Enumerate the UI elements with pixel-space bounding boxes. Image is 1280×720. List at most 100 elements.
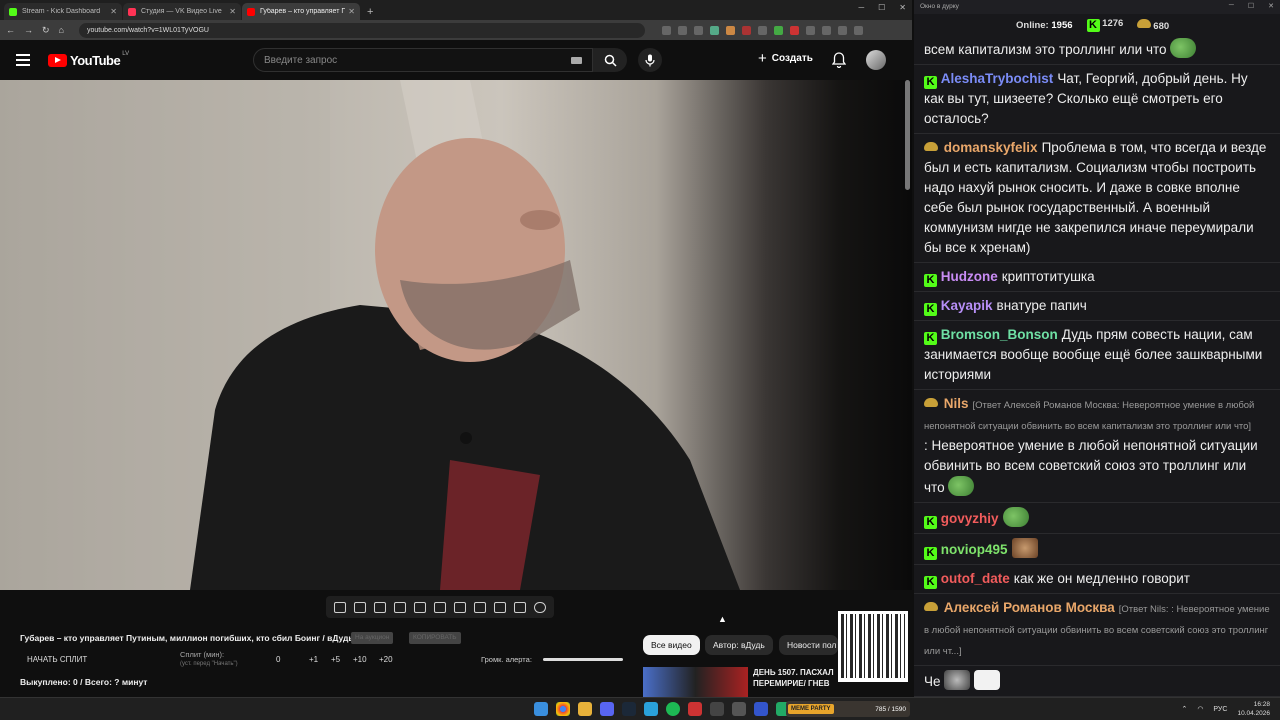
profile-icon[interactable] [837, 25, 847, 35]
copy-button[interactable]: КОПИРОВАТЬ [409, 632, 461, 644]
clock[interactable]: 16:28 10.04.2026 [1237, 700, 1270, 718]
chip-news[interactable]: Новости пол [779, 635, 838, 655]
steam-icon[interactable] [622, 702, 636, 716]
back-icon[interactable]: ← [6, 25, 15, 35]
extension-icons [661, 25, 863, 35]
zoom-icon[interactable] [661, 25, 671, 35]
start-split-button[interactable]: НАЧАТЬ СПЛИТ [27, 655, 87, 664]
loop-icon[interactable] [334, 601, 346, 613]
tab-bar: Stream - Kick Dashboard ✕ Студия — VK Вид… [0, 0, 912, 20]
maximize-icon[interactable]: ☐ [1248, 2, 1254, 10]
split-plus-5-button[interactable]: +5 [331, 655, 340, 664]
discord-icon[interactable] [600, 702, 614, 716]
recommended-thumbnail[interactable] [643, 667, 748, 697]
tab-youtube[interactable]: Губарев – кто управляет П ✕ [242, 3, 360, 20]
eye-icon[interactable] [374, 601, 386, 613]
app-icon[interactable] [754, 702, 768, 716]
app-icon[interactable] [732, 702, 746, 716]
chat-message: Че [914, 666, 1280, 697]
notifications-button[interactable] [831, 52, 847, 73]
maximize-icon[interactable]: ☐ [878, 3, 885, 12]
close-tab-icon[interactable]: ✕ [110, 7, 117, 16]
chat-username[interactable]: AleshaTrybochist [941, 71, 1054, 86]
app-icon[interactable] [688, 702, 702, 716]
close-window-icon[interactable]: ✕ [1268, 2, 1274, 10]
chat-username[interactable]: Kayapik [941, 298, 993, 313]
page-scrollbar[interactable] [905, 80, 910, 190]
chat-text: внатуре папич [996, 298, 1087, 313]
chat-username[interactable]: govyzhiy [941, 511, 999, 526]
audio-icon[interactable] [354, 601, 366, 613]
close-tab-icon[interactable]: ✕ [229, 7, 236, 16]
speed-icon[interactable] [454, 601, 466, 613]
chat-username[interactable]: Nils [944, 396, 969, 411]
close-window-icon[interactable]: ✕ [899, 3, 906, 12]
alert-volume-slider[interactable] [543, 658, 623, 661]
voice-search-button[interactable] [638, 48, 662, 72]
face-emote-icon [944, 670, 971, 690]
bookmark-icon[interactable] [693, 25, 703, 35]
chrome-icon[interactable] [556, 702, 570, 716]
search-button[interactable] [593, 48, 627, 72]
qr-code [838, 611, 908, 682]
chip-all-videos[interactable]: Все видео [643, 635, 700, 655]
extension-icon[interactable] [709, 25, 719, 35]
reload-icon[interactable]: ↻ [42, 25, 50, 36]
puzzle-icon[interactable] [805, 25, 815, 35]
folder-icon[interactable] [578, 702, 592, 716]
close-tab-icon[interactable]: ✕ [348, 7, 355, 16]
app-icon[interactable] [710, 702, 724, 716]
extension-icon[interactable] [741, 25, 751, 35]
tab-kick-dashboard[interactable]: Stream - Kick Dashboard ✕ [4, 3, 122, 20]
new-tab-button[interactable]: + [367, 6, 373, 18]
avatar[interactable] [866, 50, 886, 70]
extension-icon[interactable] [789, 25, 799, 35]
split-plus-20-button[interactable]: +20 [379, 655, 393, 664]
home-icon[interactable]: ⌂ [59, 25, 64, 35]
chat-username[interactable]: Алексей Романов Москва [944, 600, 1115, 615]
chat-username[interactable]: noviop495 [941, 542, 1008, 557]
menu-icon[interactable] [16, 54, 30, 66]
film-icon[interactable] [394, 601, 406, 613]
camera-icon[interactable] [494, 601, 506, 613]
cast-icon[interactable] [677, 25, 687, 35]
pip-icon[interactable] [414, 601, 426, 613]
split-plus-10-button[interactable]: +10 [353, 655, 367, 664]
gear-icon[interactable] [534, 601, 546, 613]
youtube-logo[interactable]: YouTube LV [48, 51, 129, 68]
recommended-title[interactable]: ДЕНЬ 1507. ПАСХАЛ ПЕРЕМИРИЕ/ ГНЕВ ТРАМПА… [753, 667, 843, 689]
meme-party-widget[interactable]: MEME PARTY 785 / 1590 [786, 701, 910, 717]
chat-username[interactable]: domanskyfelix [944, 140, 1038, 155]
chevron-up-icon[interactable]: ⌃ [1181, 705, 1187, 713]
minimize-icon[interactable]: ─ [858, 3, 864, 12]
create-button[interactable]: + Создать [758, 50, 813, 67]
clip-icon[interactable] [474, 601, 486, 613]
tab-vk-studio[interactable]: Студия — VK Видео Live ✕ [123, 3, 241, 20]
chat-username[interactable]: Bromson_Bonson [941, 327, 1058, 342]
search-input[interactable]: Введите запрос [253, 48, 593, 72]
flask-icon[interactable] [514, 601, 526, 613]
minimize-icon[interactable]: ─ [1229, 2, 1234, 10]
windows-start-icon[interactable] [534, 702, 548, 716]
split-plus-1-button[interactable]: +1 [309, 655, 318, 664]
url-field[interactable]: youtube.com/watch?v=1WL01TyVOGU [78, 22, 645, 38]
extension-icon[interactable] [757, 25, 767, 35]
extension-icon[interactable] [773, 25, 783, 35]
auction-button[interactable]: На аукцион [351, 632, 394, 644]
keyboard-icon[interactable] [571, 57, 582, 64]
taskbar: MEME PARTY 785 / 1590 ⌃ ◠ РУС 16:28 10.04.… [0, 697, 1280, 720]
download-icon[interactable] [821, 25, 831, 35]
telegram-icon[interactable] [644, 702, 658, 716]
wifi-icon[interactable]: ◠ [1197, 705, 1203, 713]
frames-icon[interactable] [434, 601, 446, 613]
forward-icon[interactable]: → [24, 25, 33, 35]
language-indicator[interactable]: РУС [1213, 706, 1227, 713]
chat-username[interactable]: Hudzone [941, 269, 998, 284]
video-player[interactable] [0, 80, 912, 590]
chip-author[interactable]: Автор: вДудь [705, 635, 773, 655]
spotify-icon[interactable] [666, 702, 680, 716]
chat-text: как же он медленно говорит [1013, 571, 1190, 586]
menu-icon[interactable] [853, 25, 863, 35]
extension-icon[interactable] [725, 25, 735, 35]
chat-username[interactable]: outof_date [941, 571, 1010, 586]
